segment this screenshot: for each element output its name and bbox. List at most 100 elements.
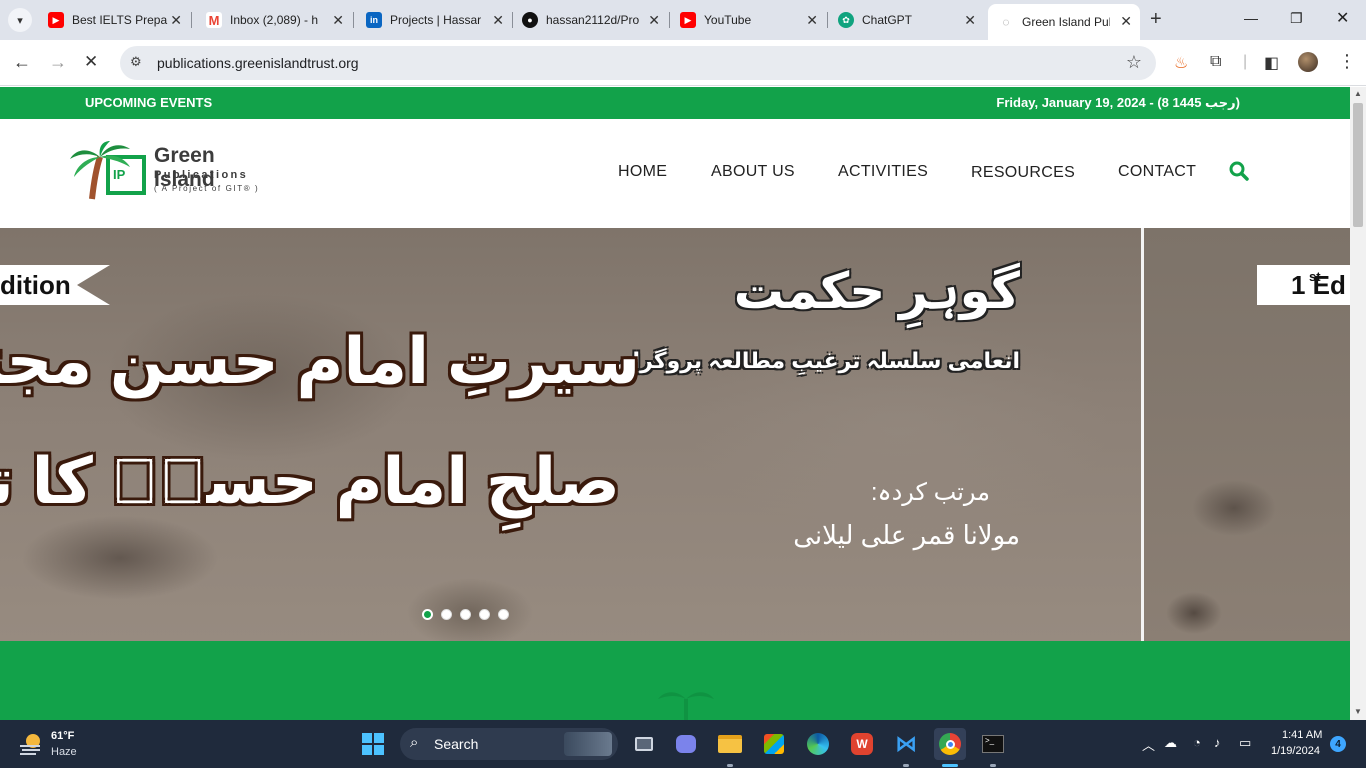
battery-icon[interactable]: ▭ [1239, 735, 1251, 751]
slider-dot-5[interactable] [498, 609, 509, 620]
search-icon[interactable] [1229, 161, 1249, 181]
windows-taskbar: 61°F Haze ⌕ Search W ⋈ >_ ︿ ☁ ◔ ♪ ▭ 1:41… [0, 720, 1366, 768]
green-section [0, 641, 1350, 720]
extensions-puzzle-icon[interactable]: ⧉ [1210, 53, 1221, 71]
page-scrollbar[interactable]: ▲ ▼ [1350, 87, 1366, 720]
more-menu-icon[interactable]: ⋮ [1338, 51, 1356, 72]
weather-temperature[interactable]: 61°F [51, 730, 74, 742]
close-tab-icon[interactable]: ✕ [1120, 13, 1132, 29]
close-tab-icon[interactable]: ✕ [648, 12, 660, 28]
volume-icon[interactable]: ♪ [1214, 735, 1221, 750]
scrollbar-thumb[interactable] [1353, 103, 1363, 227]
logo-palm-icon [70, 141, 146, 200]
notification-count-badge[interactable]: 4 [1330, 736, 1346, 752]
browser-tab-3[interactable]: in Projects | Hassar ✕ [356, 6, 512, 34]
compiled-by-label: مرتب کردہ: [870, 479, 990, 506]
browser-tab-4[interactable]: ● hassan2112d/Pro ✕ [512, 6, 668, 34]
clock-time[interactable]: 1:41 AM [1282, 729, 1322, 741]
profile-avatar[interactable] [1298, 52, 1318, 72]
wifi-icon[interactable]: ◔ [1193, 735, 1201, 750]
browser-tab-6[interactable]: ✿ ChatGPT ✕ [828, 6, 984, 34]
tab-title: Projects | Hassar [390, 13, 482, 27]
close-tab-icon[interactable]: ✕ [806, 12, 818, 28]
onedrive-cloud-icon[interactable]: ☁ [1164, 735, 1177, 751]
browser-toolbar: ← → ✕ ⚙ publications.greenislandtrust.or… [0, 40, 1366, 86]
clock-date[interactable]: 1/19/2024 [1271, 745, 1320, 757]
top-info-bar: UPCOMING EVENTS Friday, January 19, 2024… [0, 87, 1350, 119]
edge-browser-icon[interactable] [802, 728, 834, 760]
running-indicator [727, 764, 733, 767]
restore-icon[interactable]: ❐ [1290, 10, 1303, 27]
chrome-icon[interactable] [934, 728, 966, 760]
stop-loading-icon[interactable]: ✕ [84, 52, 98, 72]
browser-tab-2[interactable]: M Inbox (2,089) - h ✕ [196, 6, 352, 34]
tab-title: Inbox (2,089) - h [230, 13, 319, 27]
youtube-icon: ▶ [48, 12, 64, 28]
url-text[interactable]: publications.greenislandtrust.org [157, 55, 359, 71]
nav-about-us[interactable]: ABOUT US [711, 163, 795, 181]
active-app-indicator [942, 764, 958, 767]
address-bar[interactable]: ⚙ publications.greenislandtrust.org ☆ [120, 46, 1156, 80]
weather-haze-icon[interactable] [18, 731, 44, 757]
microsoft-store-icon[interactable] [758, 728, 790, 760]
linkedin-icon: in [366, 12, 382, 28]
close-tab-icon[interactable]: ✕ [170, 12, 182, 28]
slider-dot-4[interactable] [479, 609, 490, 620]
palm-watermark-icon [658, 692, 714, 720]
new-tab-plus-icon[interactable]: + [1150, 9, 1162, 29]
browser-tab-7-active[interactable]: ◌ Green Island Pub ✕ [988, 4, 1140, 40]
windows-start-icon[interactable] [361, 732, 385, 756]
file-explorer-icon[interactable] [714, 728, 746, 760]
wps-office-icon[interactable]: W [846, 728, 878, 760]
github-icon: ● [522, 12, 538, 28]
tab-title: YouTube [704, 13, 752, 27]
upcoming-events-link[interactable]: UPCOMING EVENTS [85, 95, 212, 110]
running-indicator [903, 764, 909, 767]
close-window-icon[interactable]: ✕ [1336, 8, 1349, 28]
series-subtitle: انعامی سلسلہ ترغیبِ مطالعہ پروگرام [616, 348, 1020, 373]
teams-chat-icon[interactable] [670, 728, 702, 760]
task-view-icon[interactable] [628, 728, 660, 760]
toolbar-divider: | [1243, 53, 1248, 70]
site-header: IP Green Island Publications ( A Project… [0, 119, 1350, 228]
nav-activities[interactable]: ACTIVITIES [838, 163, 928, 181]
logo-tagline: ( A Project of GIT® ) [154, 184, 260, 193]
tab-separator [191, 12, 192, 28]
search-magnifier-icon: ⌕ [410, 734, 419, 751]
forward-arrow-icon[interactable]: → [49, 52, 67, 72]
close-tab-icon[interactable]: ✕ [492, 12, 504, 28]
site-logo[interactable]: IP Green Island Publications ( A Project… [68, 141, 278, 203]
browser-tab-strip: ▾ ▶ Best IELTS Prepa ✕ M Inbox (2,089) -… [0, 0, 1366, 40]
running-indicator [990, 764, 996, 767]
tab-title: hassan2112d/Pro [546, 13, 640, 27]
scroll-down-arrow-icon[interactable]: ▼ [1354, 707, 1362, 716]
slider-dot-2[interactable] [441, 609, 452, 620]
extension-flame-icon[interactable]: ♨ [1174, 53, 1188, 73]
slider-dot-3[interactable] [460, 609, 471, 620]
author-name: مولانا قمر علی لیلانی [793, 520, 1020, 550]
browser-tab-1[interactable]: ▶ Best IELTS Prepa ✕ [38, 6, 190, 34]
browser-tab-5[interactable]: ▶ YouTube ✕ [670, 6, 826, 34]
close-tab-icon[interactable]: ✕ [964, 12, 976, 28]
minimize-icon[interactable]: — [1244, 10, 1258, 26]
nav-resources[interactable]: RESOURCES [971, 164, 1075, 182]
gmail-icon: M [206, 12, 222, 28]
nav-contact[interactable]: CONTACT [1118, 163, 1196, 181]
hero-slider[interactable]: dition 1 Ed st گوہرِ حکمت انعامی سلسلہ ت… [0, 228, 1350, 641]
tab-separator [353, 12, 354, 28]
tray-overflow-chevron-icon[interactable]: ︿ [1142, 735, 1155, 754]
tab-search-chevron-icon[interactable]: ▾ [8, 8, 32, 32]
scroll-up-arrow-icon[interactable]: ▲ [1354, 89, 1362, 98]
close-tab-icon[interactable]: ✕ [332, 12, 344, 28]
nav-home[interactable]: HOME [618, 163, 667, 181]
bookmark-star-icon[interactable]: ☆ [1126, 52, 1142, 73]
taskbar-search-box[interactable]: ⌕ Search [400, 728, 618, 760]
edition-ribbon-right: 1 Ed st [1257, 265, 1350, 305]
slider-dot-1[interactable] [422, 609, 433, 620]
weather-description[interactable]: Haze [51, 746, 77, 758]
side-panel-icon[interactable]: ◧ [1264, 53, 1279, 73]
vscode-icon[interactable]: ⋈ [890, 728, 922, 760]
back-arrow-icon[interactable]: ← [13, 52, 31, 72]
site-info-icon[interactable]: ⚙ [130, 54, 142, 70]
terminal-icon[interactable]: >_ [977, 728, 1009, 760]
